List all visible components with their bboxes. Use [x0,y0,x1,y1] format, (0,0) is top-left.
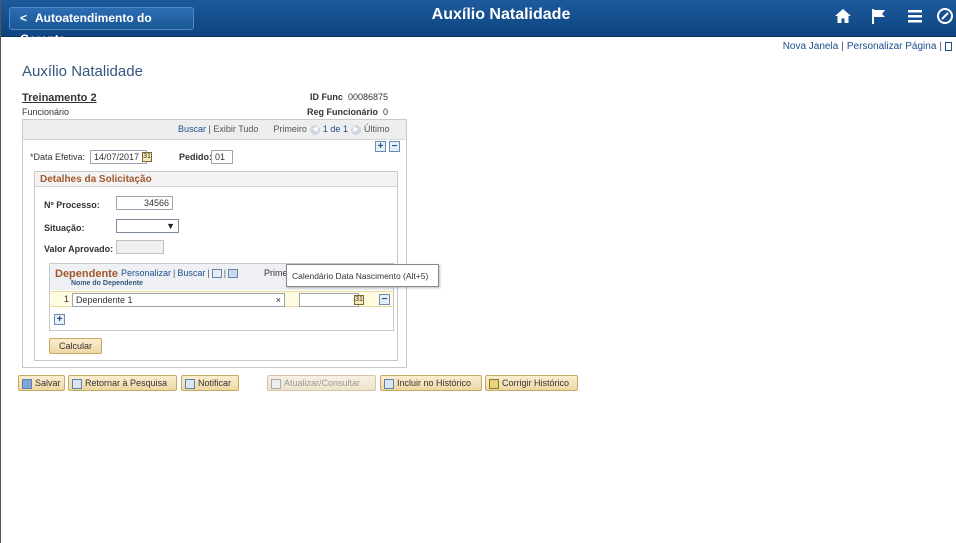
row-number: 1 [64,294,70,304]
birth-calendar-icon[interactable]: 31 [354,295,364,305]
include-history-icon [384,378,394,389]
calendar-icon[interactable]: 31 [142,152,152,162]
approved-label: Valor Aprovado: [44,244,113,254]
table-row: 1 Dependente 1 × 31 − [50,291,393,307]
return-search-button[interactable]: Retornar à Pesquisa [68,375,177,391]
details-title: Detalhes da Solicitação [35,172,397,187]
view-all-icon[interactable] [211,269,222,279]
employee-name: Treinamento 2 [22,92,97,104]
effective-date-input[interactable]: 14/07/2017 [90,150,147,164]
id-func-label: ID Func [309,92,343,102]
calendar-tooltip: Calendário Data Nascimento (Alt+5) [286,264,439,287]
include-history-button[interactable]: Incluir no Histórico [380,375,482,391]
notify-icon [185,378,195,389]
calculate-button[interactable]: Calcular [49,338,102,354]
new-window-link[interactable]: Nova Janela [783,41,839,52]
save-icon [22,378,32,389]
correct-history-label: Corrigir Histórico [502,378,570,388]
col-header-name: Nome do Dependente [71,280,143,287]
employee-subtitle: Funcionário [22,107,70,117]
order-label: Pedido: [179,152,212,162]
row-actions: + − [375,141,400,152]
header-bar: < Autoatendimento do Gerente Auxílio Nata… [1,0,956,46]
grid-personalize-link[interactable]: Personalizar [121,268,171,278]
add-row-button[interactable]: + [375,141,386,152]
return-search-label: Retornar à Pesquisa [85,378,168,388]
employee-ids: ID Func 00086875 Reg Funcionário 0 [275,92,388,122]
first-link: Primeiro [273,124,307,134]
correct-history-button[interactable]: Corrigir Histórico [485,375,578,391]
status-label-text: Situação: [44,223,85,233]
dependent-name-input[interactable]: Dependente 1 × [72,293,285,307]
grid-tools: Personalizar | Buscar | | [121,268,239,279]
page-frame: < Autoatendimento do Gerente Auxílio Nata… [0,0,956,543]
status-select[interactable]: ▼ [116,219,179,233]
grid-first-link: Prime [264,268,288,278]
clear-icon[interactable]: × [276,294,281,306]
grid-find-link[interactable]: Buscar [177,268,205,278]
last-link: Último [363,124,390,134]
back-button[interactable]: < Autoatendimento do Gerente [9,7,194,46]
update-icon [271,378,281,389]
header-actions [825,7,956,31]
effective-date-label-text: *Data Efetiva: [30,152,86,162]
row-count: 1 de 1 [322,124,348,134]
chevron-left-icon: < [20,11,28,25]
delete-dependent-button[interactable]: − [379,294,390,305]
process-input[interactable]: 34566 [116,196,173,210]
view-all-link[interactable]: Exibir Tudo [213,124,258,134]
include-history-label: Incluir no Histórico [397,378,472,388]
reg-func-label: Reg Funcionário [306,107,378,117]
personalize-page-link[interactable]: Personalizar Página [847,41,937,52]
panel-header: Buscar | Exibir Tudo Primeiro ◀ 1 de 1 ▶ Últ… [23,120,406,140]
back-button-label: Autoatendimento do Gerente [20,11,152,46]
navbar-icon[interactable] [933,7,956,31]
update-display-label: Atualizar/Consultar [284,378,361,388]
notify-label: Notificar [198,378,232,388]
status-label: Situação: [44,223,85,233]
order-label-text: Pedido: [179,152,212,162]
pencil-icon [489,378,499,389]
approved-label-text: Valor Aprovado: [44,244,114,254]
notify-button[interactable]: Notificar [181,375,239,391]
grid-title: Dependente [55,268,118,280]
scroll-navigation: Buscar | Exibir Tudo Primeiro ◀ 1 de 1 ▶ Últ… [178,124,390,135]
home-icon[interactable] [825,7,861,31]
chevron-down-icon: ▼ [166,221,175,231]
flag-icon[interactable] [861,7,897,31]
main-panel: Buscar | Exibir Tudo Primeiro ◀ 1 de 1 ▶ Últ… [22,119,407,368]
find-link[interactable]: Buscar [178,124,206,134]
process-label: Nº Processo: [44,200,100,210]
page-links: Nova Janela | Personalizar Página | [783,41,952,52]
birth-date-input[interactable] [299,293,359,307]
component-title: Auxílio Natalidade [22,63,143,80]
save-button[interactable]: Salvar [18,375,65,391]
return-icon [72,378,82,389]
id-func-value: 00086875 [347,92,388,102]
help-icon[interactable] [945,41,952,51]
reg-func-value: 0 [382,107,388,117]
next-arrow-icon: ▶ [350,124,361,135]
add-dependent-button[interactable]: + [54,314,65,325]
dependent-name-value: Dependente 1 [76,295,133,305]
save-label: Salvar [35,378,61,388]
order-input[interactable]: 01 [211,150,233,164]
process-label-text: Nº Processo: [44,200,100,210]
approved-input [116,240,164,254]
delete-row-button[interactable]: − [389,141,400,152]
effective-date-label: *Data Efetiva: [30,152,85,162]
prev-arrow-icon: ◀ [309,124,320,135]
menu-icon[interactable] [897,7,933,31]
download-icon[interactable] [228,269,239,279]
page-title: Auxílio Natalidade [431,6,571,23]
update-display-button: Atualizar/Consultar [267,375,376,391]
